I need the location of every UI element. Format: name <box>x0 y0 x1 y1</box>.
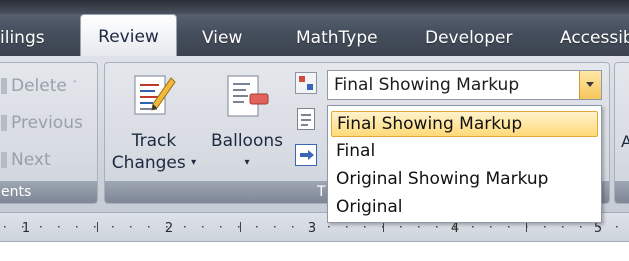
ruler-dot <box>508 226 510 228</box>
ruler-dot <box>328 226 330 228</box>
previous-comment-icon <box>1 115 7 131</box>
tab-accessibility[interactable]: Accessib <box>560 14 629 56</box>
ruler-dot <box>436 226 438 228</box>
balloons-button[interactable]: Balloons ▾ <box>204 68 290 180</box>
ruler-dot <box>562 226 564 228</box>
comments-group: Delete ˅ Previous Next ents <box>0 62 98 204</box>
delete-label: Delete <box>11 76 67 96</box>
ruler-dot <box>274 226 276 228</box>
ruler-dot <box>4 226 6 228</box>
ruler-dot <box>580 226 582 228</box>
option-final[interactable]: Final <box>331 138 598 164</box>
comments-group-label: ents <box>1 184 32 200</box>
ruler-dot <box>616 226 618 228</box>
ruler-dot <box>472 226 474 228</box>
ruler-dot <box>40 226 42 228</box>
dropdown-arrow-button[interactable] <box>579 71 601 99</box>
next-button[interactable]: Next <box>1 147 51 173</box>
next-comment-icon <box>1 152 7 168</box>
tab-mailings[interactable]: ilings <box>0 14 45 56</box>
ruler-dot <box>58 226 60 228</box>
option-final-showing-markup[interactable]: Final Showing Markup <box>331 111 598 137</box>
title-bar-edge <box>0 0 629 14</box>
ruler-dot <box>238 226 240 228</box>
next-group-letter: A <box>621 132 629 151</box>
ruler-dot <box>346 226 348 228</box>
ruler-dot <box>94 226 96 228</box>
tracking-group-label: T <box>317 184 326 200</box>
word-window: ilings Review View MathType Developer Ac… <box>0 0 629 261</box>
ruler-number: 3 <box>308 221 316 236</box>
previous-label: Previous <box>11 113 83 133</box>
ruler-dot <box>364 226 366 228</box>
track-changes-label-line2: Changes ▾ <box>111 153 197 173</box>
track-changes-label-line1: Track <box>131 131 177 151</box>
tab-mathtype[interactable]: MathType <box>296 14 378 56</box>
tab-view[interactable]: View <box>202 14 242 56</box>
ruler-number: 1 <box>22 221 30 236</box>
ruler-number: 2 <box>165 221 173 236</box>
ruler-dot <box>400 226 402 228</box>
display-for-review-list: Final Showing Markup Final Original Show… <box>327 105 602 223</box>
track-changes-icon <box>134 75 176 115</box>
delete-comment-icon <box>1 78 7 94</box>
ruler-dot <box>148 226 150 228</box>
previous-button[interactable]: Previous <box>1 110 83 136</box>
balloons-caret: ▾ <box>244 157 250 168</box>
display-for-review-value: Final Showing Markup <box>334 75 520 95</box>
balloons-icon <box>227 75 269 117</box>
ruler-dot <box>256 226 258 228</box>
ruler-dot <box>544 226 546 228</box>
track-changes-button[interactable]: Track Changes ▾ <box>108 68 200 180</box>
show-markup-icon[interactable] <box>297 108 315 130</box>
ruler-dot <box>490 226 492 228</box>
balloons-label: Balloons <box>211 131 283 151</box>
ruler-number: 4 <box>451 221 459 236</box>
ruler-dot <box>418 226 420 228</box>
ruler-dot <box>292 226 294 228</box>
ruler-dot <box>184 226 186 228</box>
delete-caret: ˅ <box>72 80 78 91</box>
reviewing-pane-icon[interactable] <box>295 72 317 94</box>
display-for-review-dropdown[interactable]: Final Showing Markup <box>327 70 602 100</box>
ruler-number: 5 <box>594 221 602 236</box>
ruler-dot <box>76 226 78 228</box>
next-group-fragment: A <box>614 62 629 204</box>
delete-button[interactable]: Delete ˅ <box>1 73 77 99</box>
comments-group-label-bar: ents <box>0 181 97 203</box>
ruler-dot <box>112 226 114 228</box>
ruler-dot <box>202 226 204 228</box>
option-original-showing-markup[interactable]: Original Showing Markup <box>331 166 598 192</box>
next-label: Next <box>11 150 51 170</box>
reviewing-pane-arrow-icon[interactable] <box>295 144 317 166</box>
chevron-down-icon <box>586 82 594 87</box>
tab-review[interactable]: Review <box>80 14 177 56</box>
tab-developer[interactable]: Developer <box>425 14 512 56</box>
ruler-dot <box>220 226 222 228</box>
ruler-dot <box>130 226 132 228</box>
option-original[interactable]: Original <box>331 194 598 220</box>
next-group-label-bar <box>615 181 629 203</box>
